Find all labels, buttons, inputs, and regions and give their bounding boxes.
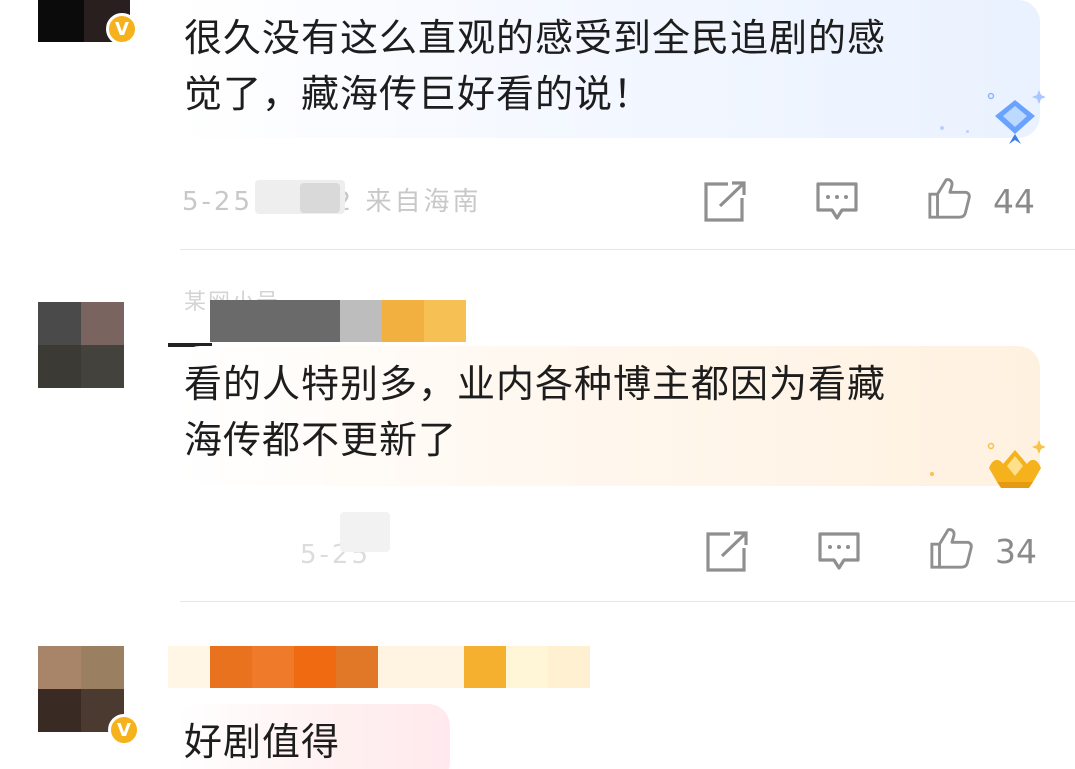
comment-text-line1: 看的人特别多，业内各种博主都因为看藏	[184, 362, 887, 406]
comment-bubble[interactable]: 很久没有这么直观的感受到全民追剧的感 觉了，藏海传巨好看的说！	[178, 0, 1040, 138]
comment-icon[interactable]	[816, 530, 862, 574]
sparkle-dot	[940, 126, 944, 130]
comment-item-1: V 很久没有这么直观的感受到全民追剧的感 觉了，藏海传巨好看的说！ 5-25 0…	[0, 0, 1075, 250]
comment-text-line1: 好剧值得	[184, 720, 341, 764]
share-icon[interactable]	[702, 180, 748, 224]
verified-badge-icon: V	[108, 714, 140, 746]
comment-bubble[interactable]: 看的人特别多，业内各种博主都因为看藏 海传都不更新了	[178, 346, 1040, 486]
like-count: 34	[995, 532, 1037, 571]
blue-diamond-badge-icon	[987, 90, 1045, 144]
blurred-meta-mask	[300, 183, 340, 213]
verified-badge-icon: V	[106, 13, 138, 45]
comment-item-3: V 某某 好剧值得	[0, 602, 1075, 769]
thumbs-up-icon[interactable]	[926, 176, 972, 220]
gold-crown-badge-icon	[987, 440, 1045, 488]
thumbs-up-icon[interactable]	[928, 526, 974, 570]
like-count: 44	[993, 182, 1035, 221]
avatar[interactable]	[38, 302, 124, 388]
share-icon[interactable]	[704, 530, 750, 574]
comment-text-line2: 觉了，藏海传巨好看的说！	[184, 72, 653, 116]
comment-bubble[interactable]: 好剧值得	[178, 704, 450, 769]
blurred-meta-mask	[340, 512, 390, 552]
comment-icon[interactable]	[814, 180, 860, 224]
comment-text-line1: 很久没有这么直观的感受到全民追剧的感	[184, 16, 887, 60]
sparkle-dot	[966, 130, 969, 133]
comment-text-line2: 海传都不更新了	[184, 418, 458, 462]
username-mosaic[interactable]	[210, 300, 466, 342]
username-mosaic[interactable]	[168, 646, 590, 688]
sparkle-dot	[930, 472, 934, 476]
comment-item-2: 某网小号 看的人特别多，业内各种博主都因为看藏 海传都不更新了 5-25 34	[0, 250, 1075, 602]
